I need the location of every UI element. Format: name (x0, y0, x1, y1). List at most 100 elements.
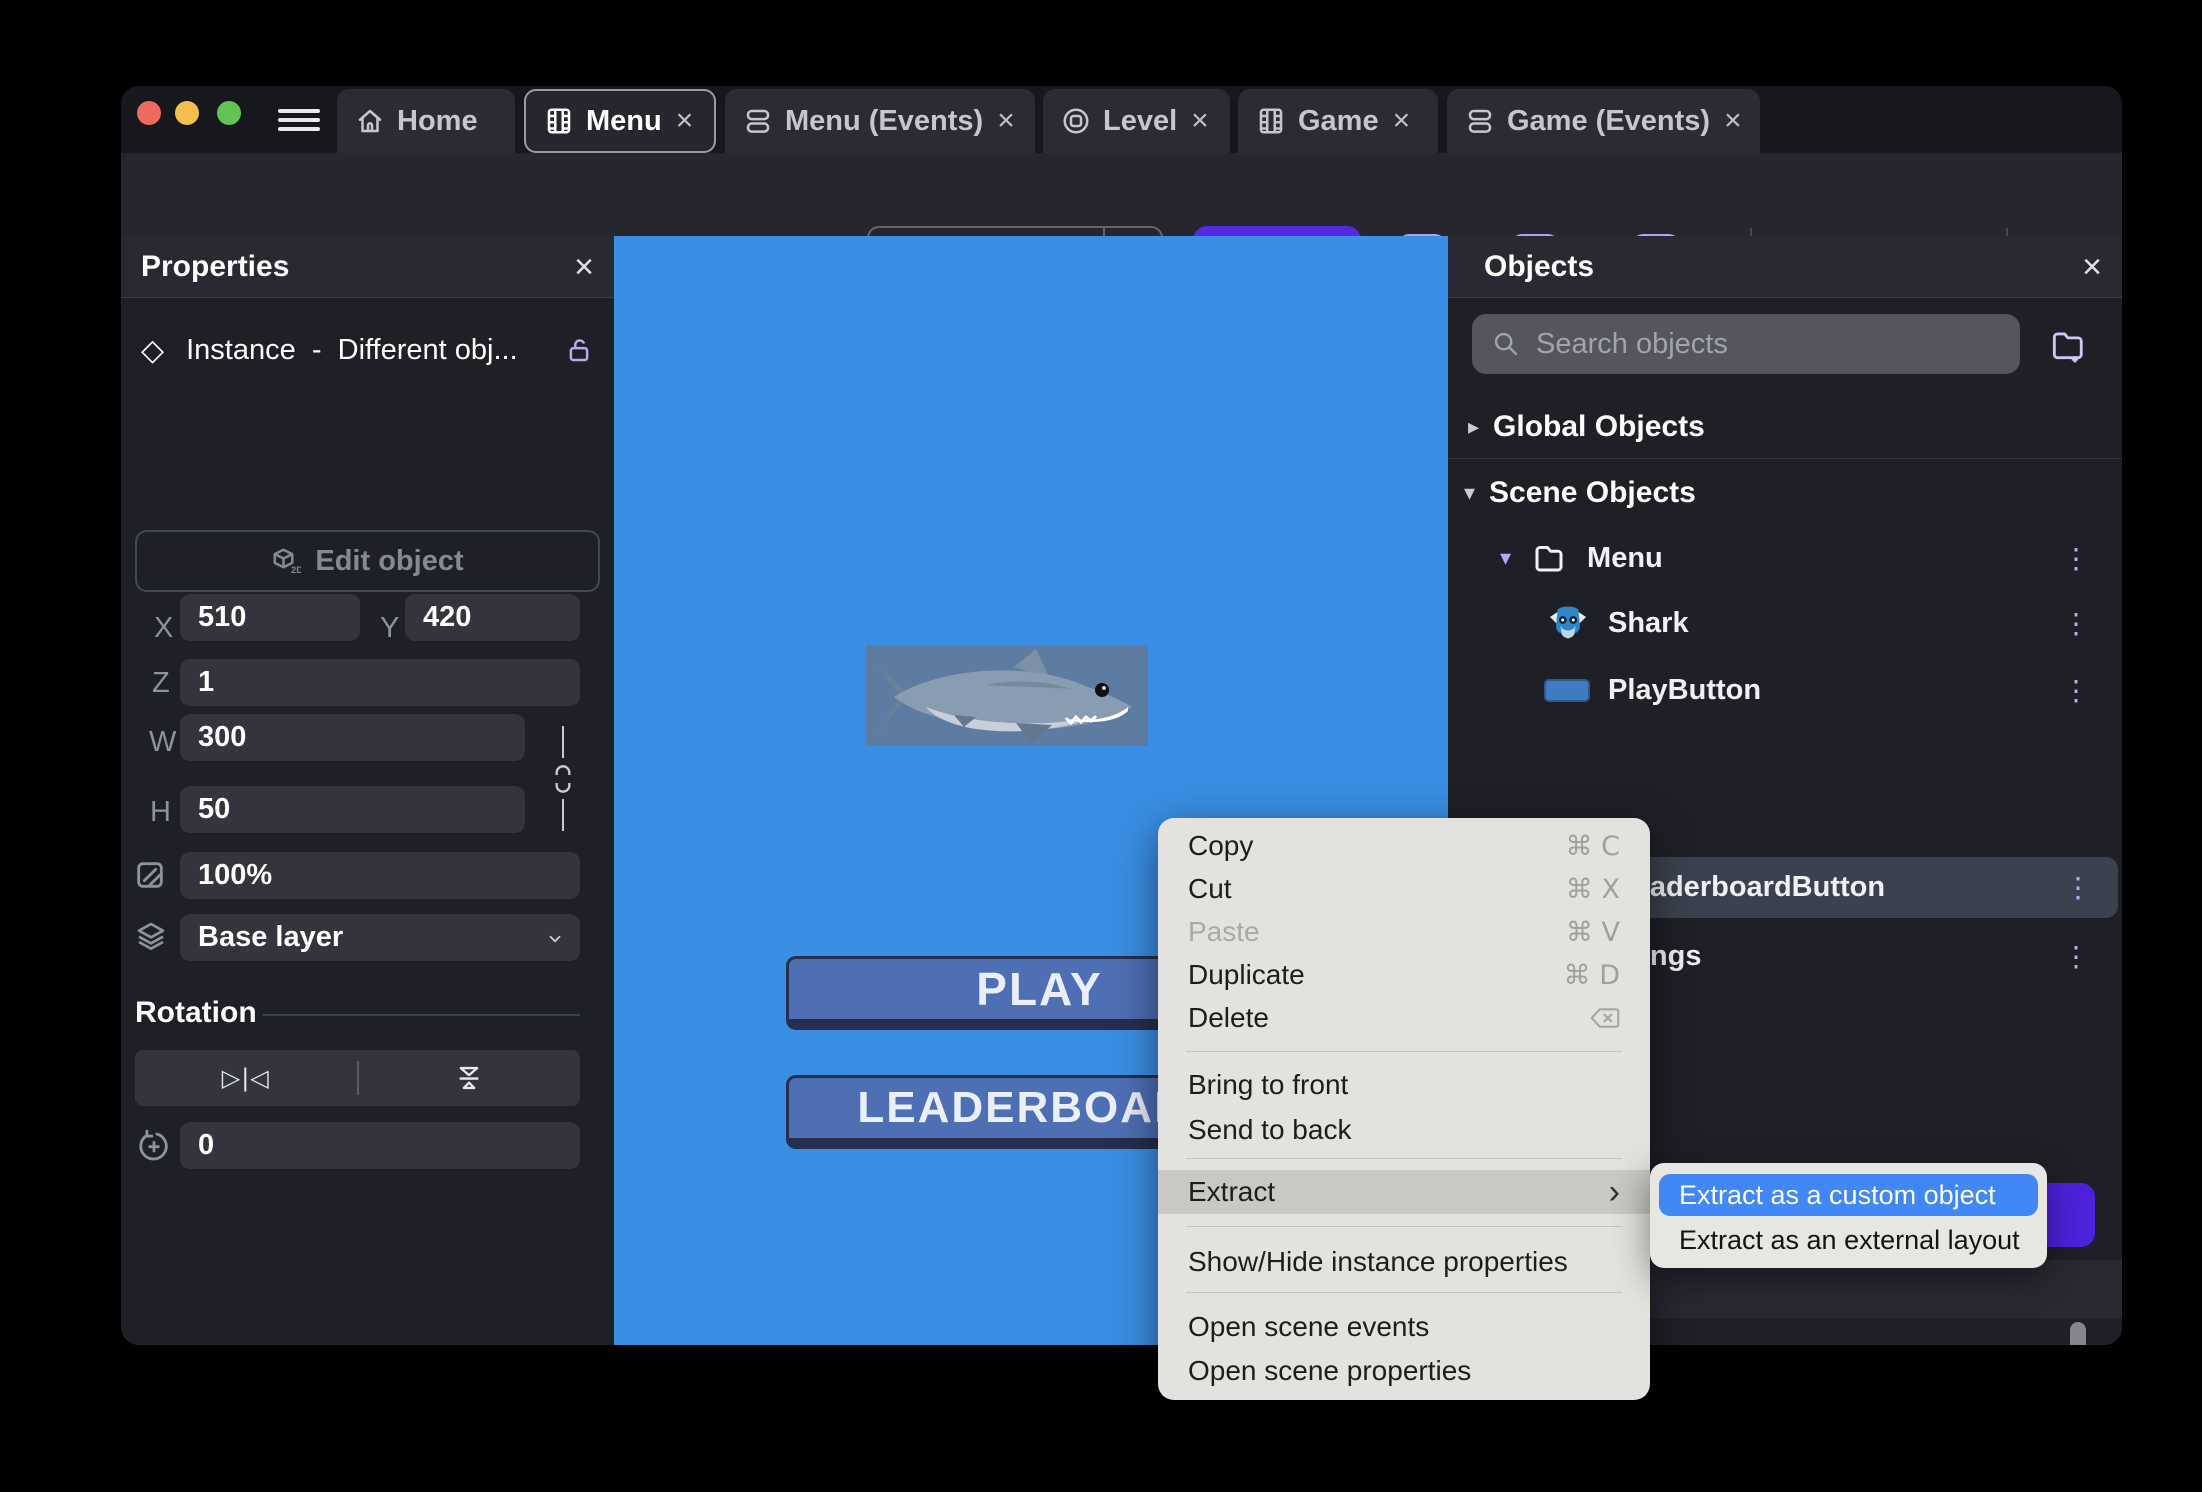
kebab-menu-icon[interactable]: ⋮ (2062, 674, 2090, 707)
tab-game[interactable]: Game × (1238, 89, 1438, 153)
tab-label: Level (1103, 104, 1178, 137)
tab-label: Game (Events) (1507, 104, 1711, 137)
menu-item-extract[interactable]: Extract › (1158, 1170, 1650, 1214)
y-label: Y (380, 612, 400, 644)
menu-item-send-to-back[interactable]: Send to back (1158, 1109, 1650, 1151)
edit-object-button[interactable]: 2D Edit object (135, 530, 600, 592)
tab-game-events[interactable]: Game (Events) × (1447, 89, 1760, 153)
search-objects-input[interactable]: Search objects (1472, 314, 2020, 374)
w-label: W (149, 726, 177, 758)
scrollbar-thumb[interactable] (2070, 1322, 2086, 1345)
kebab-menu-icon[interactable]: ⋮ (2064, 871, 2092, 904)
svg-text:2D: 2D (291, 565, 301, 575)
submenu-item-extract-custom-object[interactable]: Extract as a custom object (1659, 1174, 2038, 1216)
tab-close-icon[interactable]: × (1391, 106, 1413, 136)
menu-item-cut[interactable]: Cut ⌘ X (1158, 868, 1650, 910)
x-input[interactable]: 510 (180, 594, 360, 641)
link-line (562, 799, 564, 831)
submenu-item-extract-external-layout[interactable]: Extract as an external layout (1679, 1220, 2039, 1260)
tab-close-icon[interactable]: × (995, 106, 1017, 136)
shortcut-label: ⌘ D (1563, 959, 1620, 991)
chevron-down-icon (549, 935, 561, 943)
menu-divider (1186, 1226, 1622, 1227)
playbutton-thumbnail (1544, 678, 1590, 702)
flip-horizontal-button[interactable]: ▷|◁ (135, 1064, 357, 1092)
opacity-input[interactable]: 100% (180, 852, 580, 899)
add-folder-icon[interactable] (2048, 326, 2086, 364)
shortcut-label: ⌘ V (1565, 916, 1620, 948)
collapsed-triangle-icon[interactable]: ▸ (1468, 415, 1479, 440)
h-input[interactable]: 50 (180, 786, 525, 833)
menu-item-bring-to-front[interactable]: Bring to front (1158, 1064, 1650, 1106)
tab-home[interactable]: Home (337, 89, 515, 153)
expanded-triangle-icon[interactable]: ▾ (1464, 481, 1475, 506)
backspace-icon (1590, 1008, 1620, 1028)
unlink-dimensions-icon[interactable] (551, 764, 575, 794)
title-bar: Home Menu × Menu (Events) × Level × Game (121, 86, 2122, 153)
h-label: H (150, 796, 171, 828)
tree-item-playbutton[interactable]: PlayButton ⋮ (1544, 660, 2112, 720)
layer-select[interactable]: Base layer (180, 914, 580, 961)
tab-menu-events[interactable]: Menu (Events) × (725, 89, 1035, 153)
objects-close-icon[interactable]: × (2082, 250, 2102, 284)
maximize-traffic-light[interactable] (217, 101, 241, 125)
cube-2d-icon: 2D (273, 548, 301, 575)
unlock-icon[interactable] (564, 335, 594, 365)
close-traffic-light[interactable] (137, 101, 161, 125)
tab-label: Home (397, 104, 478, 137)
expanded-triangle-icon[interactable]: ▾ (1500, 546, 1511, 571)
kebab-menu-icon[interactable]: ⋮ (2062, 940, 2090, 973)
search-placeholder: Search objects (1536, 327, 1728, 360)
tab-close-icon[interactable]: × (1722, 106, 1744, 136)
rotation-input[interactable]: 0 (180, 1122, 580, 1169)
film-icon (1259, 108, 1283, 134)
menu-item-duplicate[interactable]: Duplicate ⌘ D (1158, 954, 1650, 996)
opacity-icon (137, 862, 163, 888)
layer-icon (137, 922, 165, 950)
tab-level[interactable]: Level × (1043, 89, 1230, 153)
menu-item-copy[interactable]: Copy ⌘ C (1158, 825, 1650, 867)
tree-item-shark[interactable]: Shark ⋮ (1544, 592, 2112, 654)
scene-objects-section[interactable]: ▾ Scene Objects (1464, 464, 2094, 522)
tab-menu[interactable]: Menu × (524, 89, 716, 153)
flip-buttons-bar: ▷|◁ (135, 1050, 580, 1106)
y-input[interactable]: 420 (405, 594, 580, 641)
extract-submenu: Extract as a custom object Extract as an… (1650, 1163, 2047, 1268)
flip-horizontal-icon: ▷|◁ (221, 1064, 270, 1092)
menu-item-open-scene-properties[interactable]: Open scene properties (1158, 1350, 1650, 1392)
shark-sprite[interactable] (866, 645, 1148, 746)
minimize-traffic-light[interactable] (175, 101, 199, 125)
menu-item-open-scene-events[interactable]: Open scene events (1158, 1306, 1650, 1348)
toolbar: Preview Share (121, 153, 2122, 288)
properties-panel-header: Properties × (121, 236, 614, 298)
folder-icon (1535, 546, 1563, 572)
menu-item-delete[interactable]: Delete (1158, 997, 1650, 1039)
z-input[interactable]: 1 (180, 659, 580, 706)
menu-item-show-hide-instance-properties[interactable]: Show/Hide instance properties (1158, 1241, 1650, 1283)
tab-close-icon[interactable]: × (1189, 106, 1211, 136)
w-input[interactable]: 300 (180, 714, 525, 761)
tree-divider (1448, 458, 2122, 459)
properties-close-icon[interactable]: × (574, 250, 594, 284)
tree-folder-menu[interactable]: ▾ Menu ⋮ (1500, 528, 2112, 588)
folder-label: Menu (1587, 541, 1663, 574)
tab-label: Menu (Events) (785, 104, 984, 137)
object-label: LeaderboardButton (1616, 871, 1886, 903)
tab-label: Menu (586, 104, 662, 137)
properties-title: Properties (141, 249, 290, 283)
events-sheet-icon (1468, 109, 1492, 133)
objects-title: Objects (1484, 249, 1595, 283)
tab-close-icon[interactable]: × (674, 106, 696, 136)
flip-vertical-button[interactable] (359, 1064, 581, 1092)
hamburger-menu-icon[interactable] (278, 109, 320, 131)
global-objects-section[interactable]: ▸ Global Objects (1468, 398, 2098, 456)
menu-item-paste[interactable]: Paste ⌘ V (1158, 911, 1650, 953)
diamond-icon: ◇ (141, 332, 165, 368)
object-label: Shark (1608, 606, 1689, 639)
menu-divider (1186, 1292, 1622, 1293)
instance-header-row: ◇ Instance - Different obj... (141, 322, 594, 378)
kebab-menu-icon[interactable]: ⋮ (2062, 542, 2090, 575)
kebab-menu-icon[interactable]: ⋮ (2062, 607, 2090, 640)
screen: Home Menu × Menu (Events) × Level × Game (0, 0, 2202, 1492)
x-label: X (154, 612, 174, 644)
